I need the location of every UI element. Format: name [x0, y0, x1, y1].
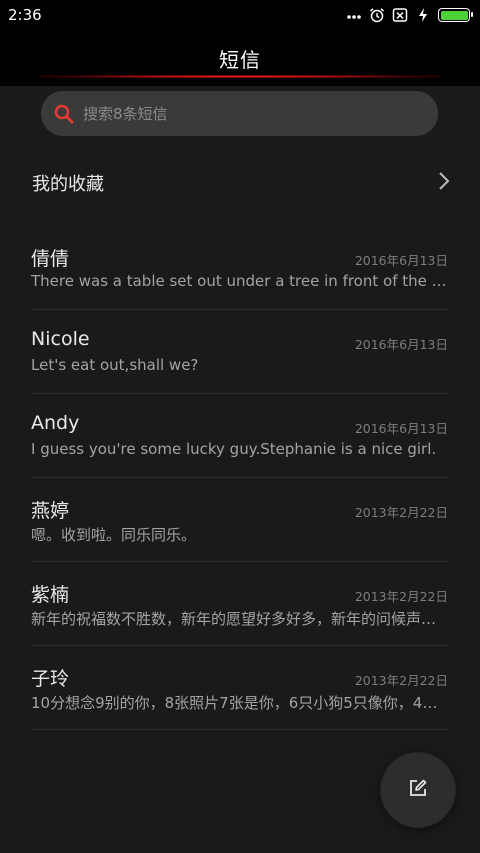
- message-date: 2013年2月22日: [354, 673, 448, 688]
- message-preview: 嗯。收到啦。同乐同乐。: [31, 526, 197, 544]
- status-bar: 2:36: [0, 0, 480, 30]
- message-date: 2013年2月22日: [354, 589, 448, 604]
- contact-name: 紫楠: [31, 584, 70, 606]
- search-input[interactable]: [83, 104, 383, 123]
- favorites-label: 我的收藏: [32, 174, 104, 195]
- conversation-list: 倩倩 2016年6月13日 There was a table set out …: [0, 226, 480, 730]
- message-date: 2016年6月13日: [354, 337, 448, 352]
- compose-icon: [408, 778, 428, 802]
- page-title: 短信: [219, 47, 261, 72]
- conversation-item[interactable]: 燕婷 2013年2月22日 嗯。收到啦。同乐同乐。: [31, 478, 448, 562]
- more-dots-icon: [346, 7, 362, 23]
- conversation-item[interactable]: 子玲 2013年2月22日 10分想念9别的你，8张照片7张是你，6只小狗5只像…: [31, 646, 448, 730]
- message-date: 2016年6月13日: [354, 421, 448, 436]
- message-date: 2016年6月13日: [354, 253, 448, 268]
- status-time: 2:36: [8, 6, 42, 24]
- header-accent-line: [40, 75, 440, 78]
- status-icons: [346, 7, 473, 23]
- search-icon: [53, 103, 75, 125]
- charging-icon: [415, 7, 431, 23]
- contact-name: 倩倩: [31, 248, 70, 270]
- message-preview: I guess you're some lucky guy.Stephanie …: [31, 440, 437, 458]
- notification-off-icon: [392, 7, 408, 23]
- battery-icon: [438, 8, 473, 22]
- app-header: 短信: [0, 30, 480, 86]
- contact-name: Andy: [31, 412, 80, 434]
- conversation-item[interactable]: 倩倩 2016年6月13日 There was a table set out …: [31, 226, 448, 310]
- compose-button[interactable]: [381, 753, 455, 827]
- conversation-item[interactable]: Andy 2016年6月13日 I guess you're some luck…: [31, 394, 448, 478]
- favorites-row[interactable]: 我的收藏: [0, 150, 480, 216]
- search-bar[interactable]: [41, 91, 438, 136]
- conversation-item[interactable]: Nicole 2016年6月13日 Let's eat out,shall we…: [31, 310, 448, 394]
- message-preview: There was a table set out under a tree i…: [31, 272, 448, 290]
- contact-name: 子玲: [31, 668, 70, 690]
- battery-level: [440, 10, 468, 20]
- contact-name: 燕婷: [31, 500, 70, 522]
- contact-name: Nicole: [31, 328, 90, 350]
- conversation-item[interactable]: 紫楠 2013年2月22日 新年的祝福数不胜数，新年的愿望好多好多，新年的问候声…: [31, 562, 448, 646]
- message-preview: Let's eat out,shall we?: [31, 356, 199, 374]
- alarm-icon: [369, 7, 385, 23]
- message-preview: 10分想念9别的你，8张照片7张是你，6只小狗5只像你，4…: [31, 694, 438, 712]
- message-date: 2013年2月22日: [354, 505, 448, 520]
- chevron-right-icon: [438, 171, 450, 195]
- message-preview: 新年的祝福数不胜数，新年的愿望好多好多，新年的问候声声连: [31, 610, 448, 628]
